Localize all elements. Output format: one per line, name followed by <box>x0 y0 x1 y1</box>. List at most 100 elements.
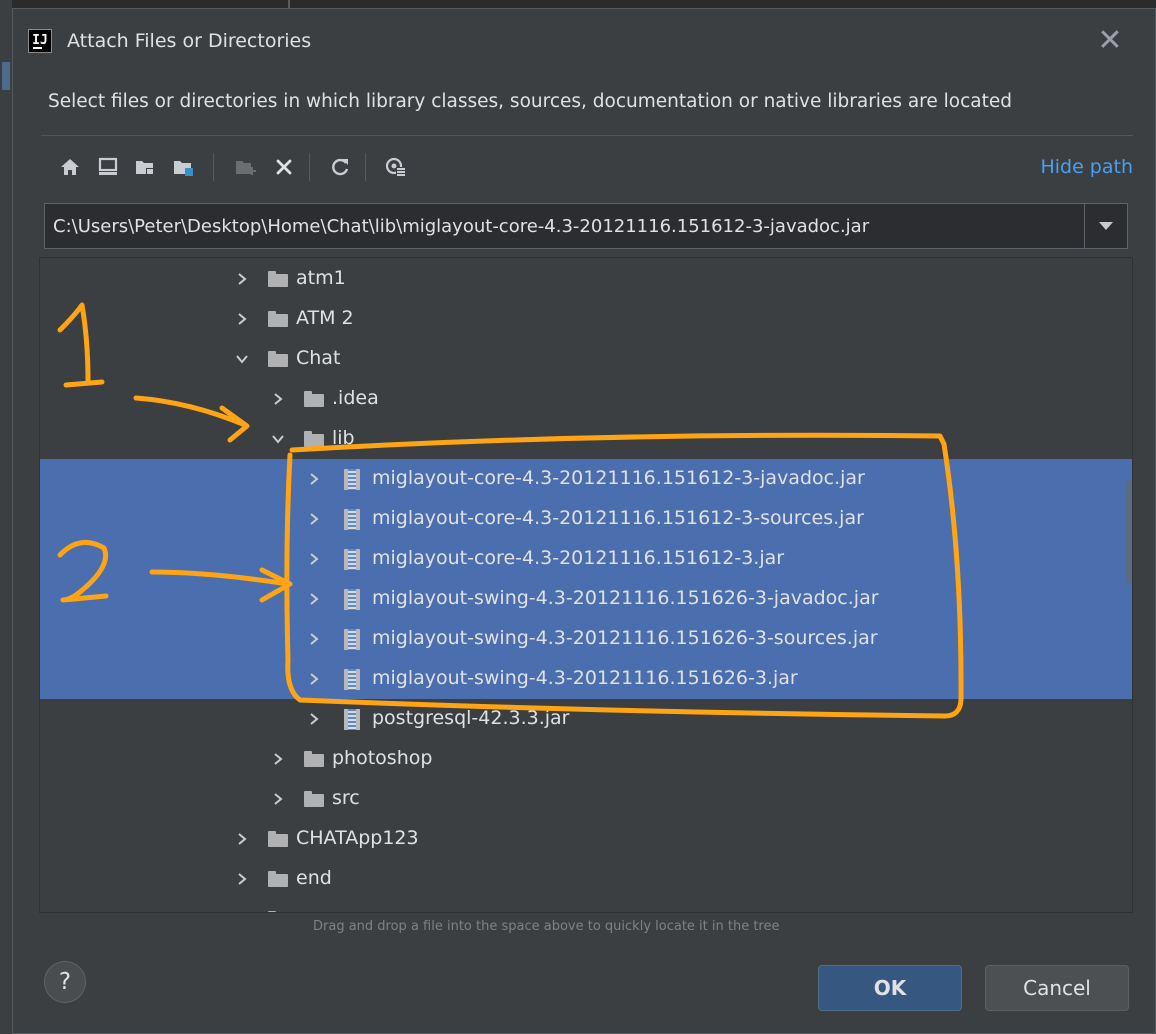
chevron-down-icon[interactable] <box>270 431 286 447</box>
ide-background-marker <box>2 62 10 90</box>
tree-row-label: miglayout-core-4.3-20121116.151612-3-sou… <box>372 507 864 529</box>
jar-file-icon <box>344 669 360 690</box>
tree-row-folder[interactable]: .idea <box>40 379 1132 419</box>
tree-row-label: atm1 <box>296 267 346 289</box>
toolbar-separator <box>213 153 214 181</box>
dialog-description: Select files or directories in which lib… <box>48 91 1012 112</box>
chevron-right-icon[interactable] <box>270 391 286 407</box>
tree-row-jar[interactable]: miglayout-swing-4.3-20121116.151626-3-so… <box>40 619 1132 659</box>
jar-file-icon <box>344 469 360 490</box>
tree-row-label: miglayout-swing-4.3-20121116.151626-3.ja… <box>372 667 798 689</box>
dialog-title: Attach Files or Directories <box>67 30 312 52</box>
help-button[interactable]: ? <box>44 961 86 1003</box>
path-combobox <box>44 203 1128 249</box>
folder-icon <box>304 431 324 447</box>
tree-row-label: lib <box>332 427 355 449</box>
project-folder-icon[interactable] <box>129 149 163 185</box>
jar-file-icon <box>344 709 360 730</box>
chevron-right-icon[interactable] <box>270 751 286 767</box>
tree-row-label: miglayout-core-4.3-20121116.151612-3.jar <box>372 547 785 569</box>
ide-background-divider <box>288 0 290 8</box>
tree-row-folder[interactable]: lib <box>40 419 1132 459</box>
folder-icon <box>268 351 288 367</box>
jar-file-icon <box>344 589 360 610</box>
tree-row-folder[interactable]: end <box>40 859 1132 899</box>
chevron-down-icon[interactable] <box>234 351 250 367</box>
attach-files-dialog: IJ Attach Files or Directories Select fi… <box>12 8 1156 1034</box>
tree-row-jar[interactable]: miglayout-core-4.3-20121116.151612-3-sou… <box>40 499 1132 539</box>
tree-row-label: Chat <box>296 347 341 369</box>
ide-background-left <box>0 0 12 1034</box>
chevron-right-icon[interactable] <box>306 471 322 487</box>
close-icon[interactable] <box>1093 24 1127 58</box>
tree-row-label: miglayout-core-4.3-20121116.151612-3-jav… <box>372 467 865 489</box>
tree-row-label: CHATApp123 <box>296 827 419 849</box>
folder-icon <box>304 791 324 807</box>
tree-row-label: .idea <box>332 387 379 409</box>
tree-row-label: ATM 2 <box>296 307 354 329</box>
tree-row-folder[interactable]: CHATApp123 <box>40 819 1132 859</box>
tree-row-jar[interactable]: postgresql-42.3.3.jar <box>40 699 1132 739</box>
chevron-right-icon[interactable] <box>234 311 250 327</box>
drag-drop-hint: Drag and drop a file into the space abov… <box>313 919 780 934</box>
jar-file-icon <box>344 549 360 570</box>
chevron-right-icon[interactable] <box>234 871 250 887</box>
chevron-right-icon[interactable] <box>234 831 250 847</box>
dialog-titlebar[interactable]: IJ Attach Files or Directories <box>13 9 1155 75</box>
toolbar-separator <box>365 153 366 181</box>
folder-icon <box>268 911 288 912</box>
intellij-app-icon: IJ <box>28 29 52 53</box>
desktop-icon[interactable] <box>91 149 125 185</box>
chevron-right-icon[interactable] <box>270 791 286 807</box>
jar-file-icon <box>344 509 360 530</box>
tree-row-jar[interactable]: miglayout-core-4.3-20121116.151612-3.jar <box>40 539 1132 579</box>
tree-row-label: miglayout-swing-4.3-20121116.151626-3-so… <box>372 627 878 649</box>
toolbar-separator <box>309 153 310 181</box>
module-folder-icon[interactable] <box>167 149 201 185</box>
tree-row-label: miglayout-swing-4.3-20121116.151626-3-ja… <box>372 587 879 609</box>
tree-row-folder[interactable]: photoshop <box>40 739 1132 779</box>
file-chooser-toolbar: Hide path <box>53 149 1133 185</box>
tree-row-jar[interactable]: miglayout-swing-4.3-20121116.151626-3.ja… <box>40 659 1132 699</box>
tree-row-label: end <box>296 867 332 889</box>
ok-button[interactable]: OK <box>818 965 962 1011</box>
home-icon[interactable] <box>53 149 87 185</box>
new-folder-icon[interactable] <box>229 149 263 185</box>
chevron-right-icon[interactable] <box>306 671 322 687</box>
chevron-right-icon[interactable] <box>234 271 250 287</box>
description-divider <box>41 135 1133 136</box>
tree-row-folder[interactable]: atm1 <box>40 259 1132 299</box>
chevron-right-icon[interactable] <box>306 711 322 727</box>
tree-row-jar[interactable]: miglayout-core-4.3-20121116.151612-3-jav… <box>40 459 1132 499</box>
ide-background-top <box>0 0 1156 8</box>
tree-row-jar[interactable]: miglayout-swing-4.3-20121116.151626-3-ja… <box>40 579 1132 619</box>
cancel-button[interactable]: Cancel <box>985 965 1129 1011</box>
chevron-right-icon[interactable] <box>306 591 322 607</box>
chevron-right-icon[interactable] <box>234 911 250 912</box>
refresh-icon[interactable] <box>323 149 357 185</box>
chevron-down-icon[interactable] <box>1084 204 1127 248</box>
tree-row-label: src <box>332 787 360 809</box>
folder-icon <box>304 751 324 767</box>
tree-row-folder[interactable]: ATM 2 <box>40 299 1132 339</box>
tree-scrollbar[interactable] <box>1126 480 1132 584</box>
folder-icon <box>268 831 288 847</box>
folder-icon <box>268 271 288 287</box>
tree-row-folder[interactable] <box>40 899 1132 912</box>
chevron-right-icon[interactable] <box>306 631 322 647</box>
jar-file-icon <box>344 629 360 650</box>
tree-row-folder[interactable]: src <box>40 779 1132 819</box>
chevron-right-icon[interactable] <box>306 551 322 567</box>
folder-icon <box>304 391 324 407</box>
chevron-right-icon[interactable] <box>306 511 322 527</box>
tree-row-label: postgresql-42.3.3.jar <box>372 707 570 729</box>
folder-icon <box>268 871 288 887</box>
tree-row-folder[interactable]: Chat <box>40 339 1132 379</box>
show-hidden-icon[interactable] <box>379 149 413 185</box>
path-input[interactable] <box>45 204 1085 248</box>
delete-icon[interactable] <box>267 149 301 185</box>
hide-path-link[interactable]: Hide path <box>1040 156 1133 178</box>
folder-icon <box>268 311 288 327</box>
file-tree[interactable]: end CHATApp123 src photoshop postgresql-42.3… <box>39 257 1133 913</box>
tree-row-label: photoshop <box>332 747 433 769</box>
